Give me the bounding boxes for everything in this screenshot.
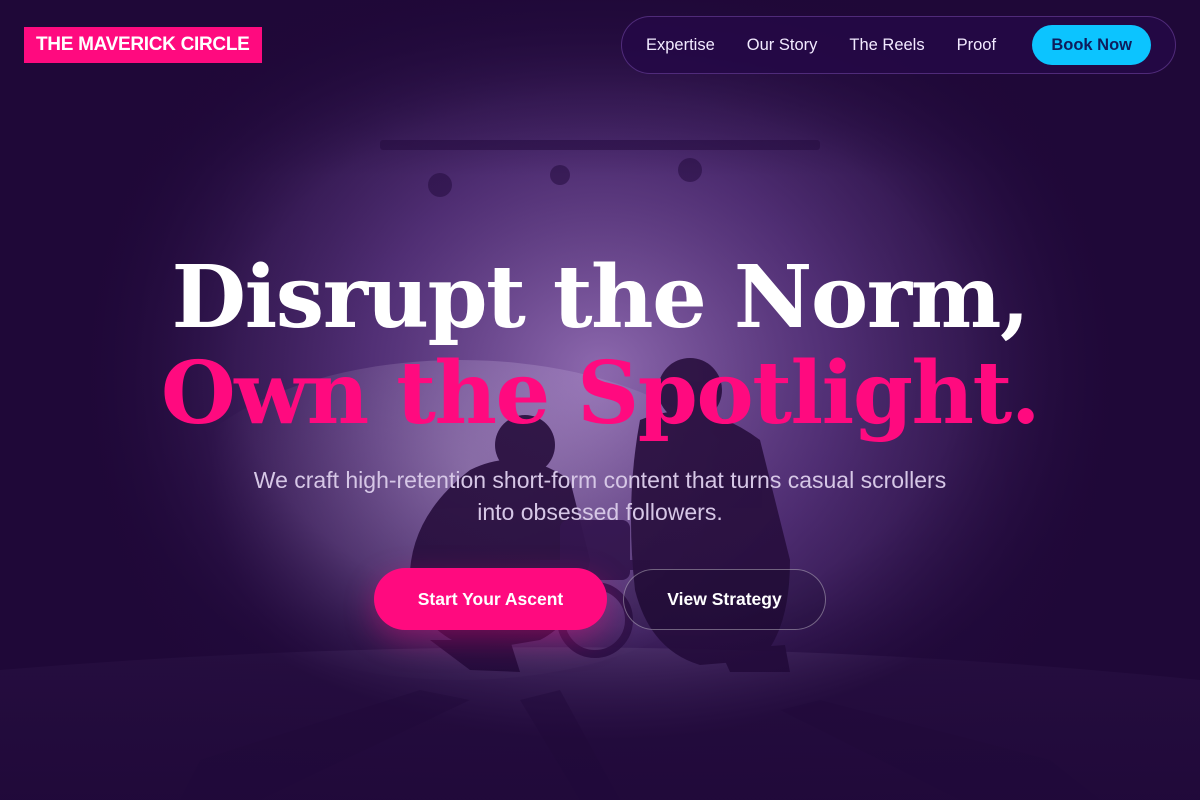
hero-headline: Disrupt the Norm, Own the Spotlight.	[0, 250, 1200, 442]
main-nav: Expertise Our Story The Reels Proof Book…	[621, 16, 1176, 74]
book-now-button[interactable]: Book Now	[1032, 25, 1151, 65]
hero-headline-line2: Own the Spotlight.	[160, 343, 1041, 444]
nav-link-expertise[interactable]: Expertise	[646, 36, 715, 55]
landing-page: THE MAVERICK CIRCLE Expertise Our Story …	[0, 0, 1200, 800]
view-strategy-button[interactable]: View Strategy	[623, 569, 826, 630]
nav-link-the-reels[interactable]: The Reels	[849, 36, 924, 55]
hero-headline-line1: Disrupt the Norm,	[171, 247, 1030, 348]
nav-link-our-story[interactable]: Our Story	[747, 36, 818, 55]
hero-subtitle: We craft high-retention short-form conte…	[253, 467, 947, 525]
nav-link-proof[interactable]: Proof	[957, 36, 996, 55]
start-your-ascent-button[interactable]: Start Your Ascent	[374, 568, 607, 630]
brand-logo[interactable]: THE MAVERICK CIRCLE	[24, 27, 262, 63]
